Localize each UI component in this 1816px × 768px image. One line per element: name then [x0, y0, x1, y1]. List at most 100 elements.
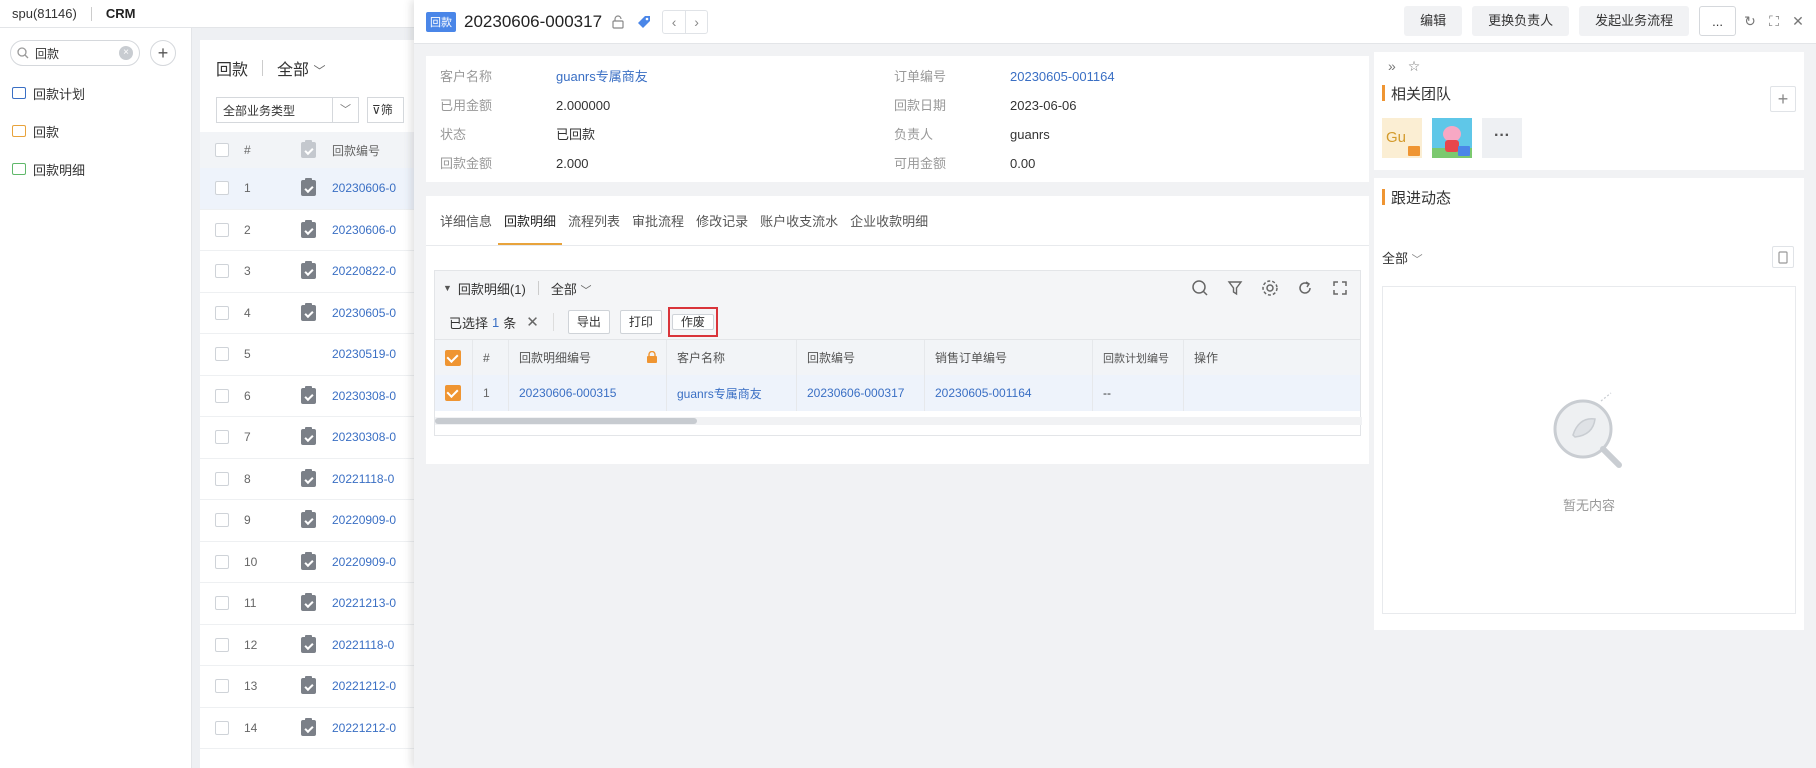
row-checkbox[interactable] — [215, 264, 229, 279]
table-row[interactable]: 10 20220909-0 — [200, 542, 420, 583]
select-all-checkbox[interactable] — [445, 349, 461, 366]
more-button[interactable]: ... — [1699, 6, 1736, 36]
row-checkbox[interactable] — [215, 430, 229, 445]
table-row[interactable]: 12 20221118-0 — [200, 625, 420, 666]
expand-icon[interactable] — [1330, 278, 1350, 298]
change-owner-button[interactable]: 更换负责人 — [1472, 6, 1570, 36]
table-row[interactable]: 14 20221212-0 — [200, 708, 420, 749]
table-row[interactable]: 7 20230308-0 — [200, 417, 420, 459]
mobile-icon[interactable] — [1772, 246, 1794, 268]
row-checkbox[interactable] — [215, 596, 229, 611]
record-id-link[interactable]: 20221212-0 — [332, 721, 420, 735]
tab-company-receipt[interactable]: 企业收款明细 — [844, 214, 934, 245]
scope-dropdown[interactable]: 全部 ﹀ — [277, 56, 325, 80]
settings-icon[interactable] — [1260, 278, 1280, 298]
record-id-link[interactable]: 20230606-0 — [332, 181, 420, 195]
row-checkbox[interactable] — [215, 388, 229, 403]
tab-detail-info[interactable]: 详细信息 — [434, 214, 498, 245]
clear-selection-icon[interactable]: ✕ — [526, 313, 539, 331]
row-checkbox[interactable] — [215, 679, 229, 694]
table-row[interactable]: 4 20230605-0 — [200, 293, 420, 334]
record-id-link[interactable]: 20230606-0 — [332, 223, 420, 237]
row-checkbox[interactable] — [215, 513, 229, 528]
record-id-link[interactable]: 20220909-0 — [332, 555, 420, 569]
search-icon[interactable] — [1190, 278, 1210, 298]
follow-scope-dropdown[interactable]: 全部 ﹀ — [1382, 248, 1423, 267]
detail-no-link[interactable]: 20230606-000315 — [509, 375, 667, 411]
record-id-link[interactable]: 20230605-0 — [332, 306, 420, 320]
avatar[interactable] — [1432, 118, 1472, 158]
record-id-link[interactable]: 20220909-0 — [332, 513, 420, 527]
table-row[interactable]: 2 20230606-0 — [200, 210, 420, 251]
row-checkbox[interactable] — [215, 181, 229, 196]
refresh-icon[interactable] — [1295, 278, 1315, 298]
subtable-scope-dropdown[interactable]: 全部 ﹀ — [551, 279, 592, 298]
tab-account-flow[interactable]: 账户收支流水 — [754, 214, 844, 245]
fullscreen-icon[interactable]: ⛶ — [1764, 13, 1784, 30]
table-row[interactable]: 3 20220822-0 — [200, 251, 420, 293]
row-checkbox[interactable] — [215, 637, 229, 652]
table-row[interactable]: 13 20221212-0 — [200, 666, 420, 708]
record-id-link[interactable]: 20221118-0 — [332, 638, 420, 652]
add-button[interactable]: + — [150, 40, 176, 66]
row-actions[interactable] — [1184, 375, 1360, 411]
export-button[interactable]: 导出 — [567, 310, 610, 334]
row-checkbox[interactable] — [215, 347, 229, 362]
print-button[interactable]: 打印 — [619, 310, 662, 334]
record-id-link[interactable]: 20221212-0 — [332, 679, 420, 693]
filter-icon[interactable] — [1225, 278, 1245, 298]
customer-link[interactable]: guanrs专属商友 — [667, 375, 797, 411]
customer-link[interactable]: guanrs专属商友 — [556, 62, 894, 91]
order-link[interactable]: 20230605-001164 — [1010, 62, 1383, 91]
tab-change-log[interactable]: 修改记录 — [690, 214, 754, 245]
row-checkbox[interactable] — [215, 222, 229, 237]
horizontal-scrollbar[interactable] — [435, 417, 1362, 425]
chevron-left-icon[interactable]: ‹ — [663, 11, 685, 33]
tab-flow-list[interactable]: 流程列表 — [562, 214, 626, 245]
row-checkbox[interactable] — [215, 720, 229, 735]
refresh-icon[interactable]: ↻ — [1740, 13, 1760, 30]
collapse-panel-icon[interactable]: » — [1388, 58, 1396, 74]
record-id-link[interactable]: 20221213-0 — [332, 596, 420, 610]
sidebar-item-payment-detail[interactable]: 回款明细 — [0, 150, 191, 188]
void-button[interactable]: 作废 — [671, 314, 714, 330]
add-member-button[interactable]: + — [1770, 86, 1796, 112]
avatar[interactable]: Gu — [1382, 118, 1422, 158]
table-row[interactable]: 1 20230606-0 — [200, 168, 420, 210]
tab-approval-flow[interactable]: 审批流程 — [626, 214, 690, 245]
row-checkbox[interactable] — [215, 471, 229, 486]
row-checkbox[interactable] — [215, 554, 229, 569]
sidebar-item-payment-plan[interactable]: 回款计划 — [0, 74, 191, 112]
tag-icon[interactable] — [634, 12, 654, 32]
table-row[interactable]: 9 20220909-0 — [200, 500, 420, 542]
row-checkbox[interactable] — [215, 305, 229, 320]
row-checkbox[interactable] — [445, 385, 461, 401]
search-input[interactable]: 回款 × — [10, 40, 140, 66]
table-row[interactable]: 11 20221213-0 — [200, 583, 420, 625]
filter-button[interactable]: ⊽筛 — [366, 97, 404, 123]
close-icon[interactable]: ✕ — [1788, 13, 1808, 30]
payment-no-link[interactable]: 20230606-000317 — [797, 375, 925, 411]
collapse-icon[interactable]: ▼ — [443, 283, 452, 293]
table-row[interactable]: 8 20221118-0 — [200, 459, 420, 500]
record-id-link[interactable]: 20230519-0 — [332, 347, 420, 361]
pin-icon[interactable]: ☆ — [1408, 58, 1421, 75]
business-type-select[interactable]: 全部业务类型 ﹀ — [216, 97, 359, 123]
start-flow-button[interactable]: 发起业务流程 — [1579, 6, 1690, 36]
order-no-link[interactable]: 20230605-001164 — [925, 375, 1093, 411]
select-all-checkbox[interactable] — [215, 143, 229, 157]
clear-icon[interactable]: × — [119, 46, 133, 60]
sidebar-item-payment[interactable]: 回款 — [0, 112, 191, 150]
more-members-button[interactable]: ··· — [1482, 118, 1522, 158]
record-id-link[interactable]: 20230308-0 — [332, 430, 420, 444]
table-row[interactable]: 1 20230606-000315 guanrs专属商友 20230606-00… — [435, 375, 1360, 411]
record-id-link[interactable]: 20230308-0 — [332, 389, 420, 403]
record-id-link[interactable]: 20221118-0 — [332, 472, 420, 486]
chevron-right-icon[interactable]: › — [685, 10, 707, 33]
table-row[interactable]: 5 20230519-0 — [200, 334, 420, 376]
table-row[interactable]: 6 20230308-0 — [200, 376, 420, 417]
tab-payment-detail[interactable]: 回款明细 — [498, 214, 563, 245]
record-id-link[interactable]: 20220822-0 — [332, 264, 420, 278]
scrollbar-thumb[interactable] — [435, 418, 697, 424]
lock-icon[interactable] — [608, 12, 628, 32]
